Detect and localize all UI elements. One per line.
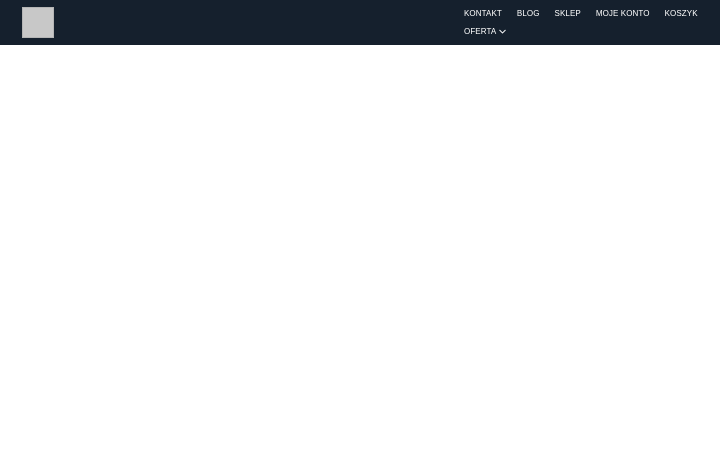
main-content xyxy=(0,45,720,450)
nav-item-koszyk[interactable]: KOSZYK xyxy=(665,7,698,20)
nav-item-moje-konto[interactable]: MOJE KONTO xyxy=(596,7,650,20)
nav-item-sklep[interactable]: SKLEP xyxy=(555,7,581,20)
site-header: KONTAKT BLOG SKLEP MOJE KONTO KOSZYK OFE… xyxy=(0,0,720,45)
main-navigation: KONTAKT BLOG SKLEP MOJE KONTO KOSZYK OFE… xyxy=(464,7,704,43)
nav-row-primary: KONTAKT BLOG SKLEP MOJE KONTO KOSZYK xyxy=(464,7,704,20)
nav-item-oferta-label: OFERTA xyxy=(464,27,497,36)
site-logo[interactable] xyxy=(22,7,54,38)
chevron-down-icon xyxy=(498,27,507,36)
nav-row-secondary: OFERTA xyxy=(464,25,704,38)
nav-item-blog[interactable]: BLOG xyxy=(517,7,540,20)
nav-item-kontakt[interactable]: KONTAKT xyxy=(464,7,502,20)
nav-item-oferta-dropdown[interactable]: OFERTA xyxy=(464,25,507,38)
